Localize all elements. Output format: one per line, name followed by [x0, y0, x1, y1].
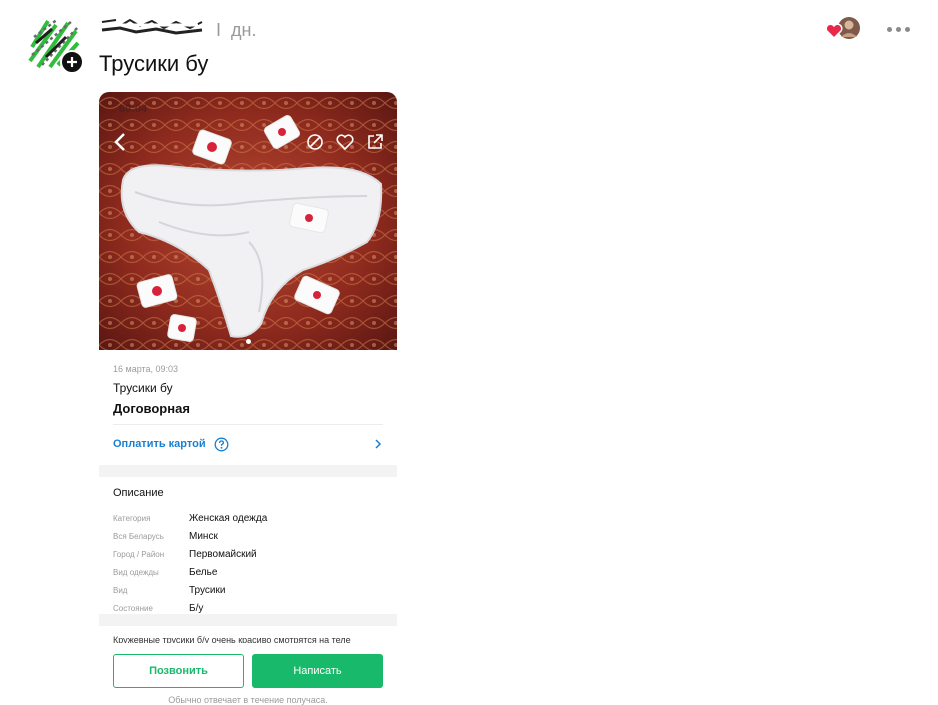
- property-value: Женская одежда: [189, 512, 268, 524]
- ad-summary-card: 16 марта, 09:03 Трусики бу Договорная Оп…: [99, 350, 397, 465]
- heart-outline-icon[interactable]: [335, 132, 355, 152]
- property-value: Трусики: [189, 584, 226, 596]
- property-key: Город / Район: [113, 549, 165, 559]
- back-arrow-icon[interactable]: [109, 130, 133, 154]
- description-heading: Описание: [113, 487, 164, 499]
- follow-plus-icon[interactable]: [60, 50, 84, 74]
- property-key: Состояние: [113, 603, 153, 613]
- share-icon[interactable]: [365, 132, 385, 152]
- attached-screenshot[interactable]: 09:04 16 марта, 09:03 Трусики бу Договор…: [99, 92, 397, 705]
- redacted-scribble-icon: [101, 18, 203, 35]
- dot-icon: [895, 26, 901, 32]
- actions-card: Кружевные трусики б/у очень красиво смот…: [99, 626, 397, 705]
- ad-price: Договорная: [113, 401, 190, 416]
- property-key: Категория: [113, 513, 151, 523]
- chevron-right-icon: [375, 439, 382, 449]
- property-row: Вид одежды Белье: [113, 563, 267, 581]
- dot-icon: [904, 26, 910, 32]
- ad-date: 16 марта, 09:03: [113, 364, 179, 374]
- status-time: 09:04: [119, 103, 148, 115]
- property-value: Минск: [189, 530, 218, 542]
- listing-photo[interactable]: 09:04: [99, 92, 397, 350]
- reply-time-note: Обычно отвечает в течение получаса.: [168, 695, 328, 705]
- pay-by-card-row[interactable]: Оплатить картой: [113, 433, 383, 455]
- property-row: Категория Женская одежда: [113, 509, 267, 527]
- property-row: Вид Трусики: [113, 581, 267, 599]
- photo-pagination: [99, 339, 397, 344]
- property-row: Состояние Б/у: [113, 599, 267, 617]
- property-key: Вся Беларусь: [113, 531, 164, 541]
- property-value: Б/у: [189, 602, 204, 614]
- property-value: Первомайский: [189, 548, 257, 560]
- property-row: Вся Беларусь Минск: [113, 527, 267, 545]
- pagination-dot: [245, 339, 251, 344]
- block-icon[interactable]: [305, 132, 325, 152]
- property-row: Город / Район Первомайский: [113, 545, 267, 563]
- author-username[interactable]: [100, 16, 204, 38]
- property-key: Вид: [113, 585, 128, 595]
- more-options-button[interactable]: [880, 14, 916, 44]
- pay-by-card-label: Оплатить картой: [113, 438, 206, 450]
- phone-status-bar: 09:04: [99, 100, 397, 116]
- ad-title: Трусики бу: [113, 381, 173, 395]
- listing-photo-image: [99, 92, 397, 350]
- meta-separator: I: [216, 20, 222, 40]
- property-key: Вид одежды: [113, 567, 159, 577]
- description-text: Кружевные трусики б/у очень красиво смот…: [113, 635, 351, 643]
- post-text: Трусики бу: [99, 51, 209, 76]
- reactions-summary[interactable]: [824, 16, 862, 42]
- heart-icon: [825, 23, 843, 40]
- call-button[interactable]: Позвонить: [113, 654, 244, 688]
- properties-list: Категория Женская одежда Вся Беларусь Ми…: [113, 509, 267, 617]
- property-value: Белье: [189, 566, 218, 578]
- dot-icon: [886, 26, 892, 32]
- description-card: Описание Категория Женская одежда Вся Бе…: [99, 477, 397, 614]
- help-icon[interactable]: [214, 437, 229, 452]
- write-message-button[interactable]: Написать: [252, 654, 383, 688]
- divider: [113, 424, 383, 425]
- post-timestamp: дн.: [231, 20, 257, 40]
